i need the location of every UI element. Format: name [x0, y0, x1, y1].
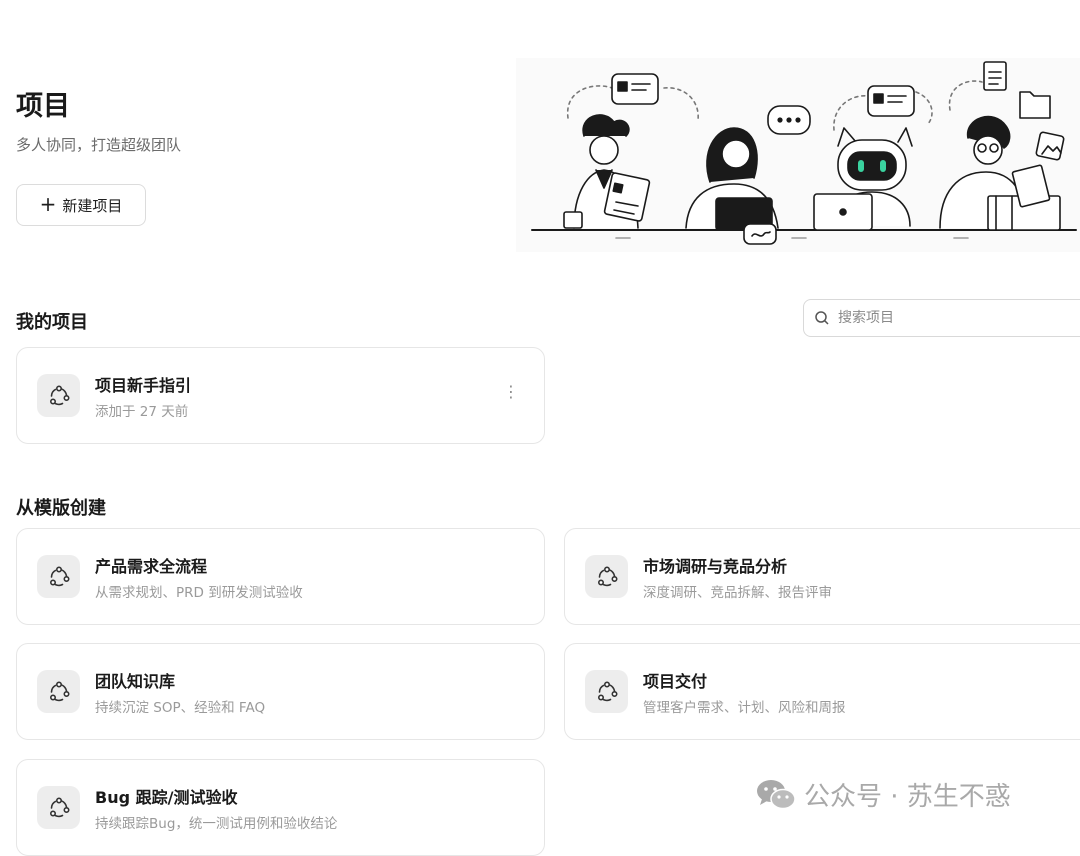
project-share-icon: [37, 374, 80, 417]
page-title: 项目: [16, 91, 70, 122]
template-desc: 持续跟踪Bug，统一测试用例和验收结论: [95, 816, 338, 832]
templates-title: 从模版创建: [16, 498, 106, 519]
template-card[interactable]: Bug 跟踪/测试验收 持续跟踪Bug，统一测试用例和验收结论: [16, 759, 545, 856]
project-share-icon: [585, 670, 628, 713]
project-share-icon: [37, 670, 80, 713]
new-project-label: 新建项目: [62, 196, 123, 215]
watermark: 公众号 · 苏生不惑: [756, 776, 1011, 813]
template-name: 团队知识库: [95, 672, 176, 691]
project-share-icon: [585, 555, 628, 598]
template-desc: 深度调研、竞品拆解、报告评审: [643, 585, 832, 601]
template-card[interactable]: 项目交付 管理客户需求、计划、风险和周报: [564, 643, 1080, 740]
project-share-icon: [37, 555, 80, 598]
template-name: 产品需求全流程: [95, 557, 208, 576]
template-name: Bug 跟踪/测试验收: [95, 788, 238, 807]
project-share-icon: [37, 786, 80, 829]
template-name: 项目交付: [643, 672, 708, 691]
template-desc: 从需求规划、PRD 到研发测试验收: [95, 585, 303, 601]
search-box[interactable]: [803, 299, 1080, 337]
template-card[interactable]: 市场调研与竞品分析 深度调研、竞品拆解、报告评审: [564, 528, 1080, 625]
template-desc: 管理客户需求、计划、风险和周报: [643, 700, 846, 716]
template-card[interactable]: 团队知识库 持续沉淀 SOP、经验和 FAQ: [16, 643, 545, 740]
plus-icon: +: [39, 192, 57, 216]
my-projects-title: 我的项目: [16, 312, 88, 333]
page-subtitle: 多人协同，打造超级团队: [16, 136, 182, 154]
hero-illustration: [516, 58, 1080, 252]
project-name: 项目新手指引: [95, 376, 192, 395]
template-name: 市场调研与竞品分析: [643, 557, 788, 576]
wechat-icon: [757, 779, 796, 809]
search-input[interactable]: [836, 309, 1060, 327]
search-icon: [815, 311, 829, 325]
project-meta: 添加于 27 天前: [95, 404, 189, 420]
template-desc: 持续沉淀 SOP、经验和 FAQ: [95, 700, 266, 716]
template-card[interactable]: 产品需求全流程 从需求规划、PRD 到研发测试验收: [16, 528, 545, 625]
project-card[interactable]: 项目新手指引 添加于 27 天前 ⋮: [16, 347, 545, 444]
watermark-text: 公众号 · 苏生不惑: [804, 782, 1011, 812]
more-vertical-icon[interactable]: ⋮: [503, 384, 519, 400]
new-project-button[interactable]: + 新建项目: [16, 184, 146, 226]
